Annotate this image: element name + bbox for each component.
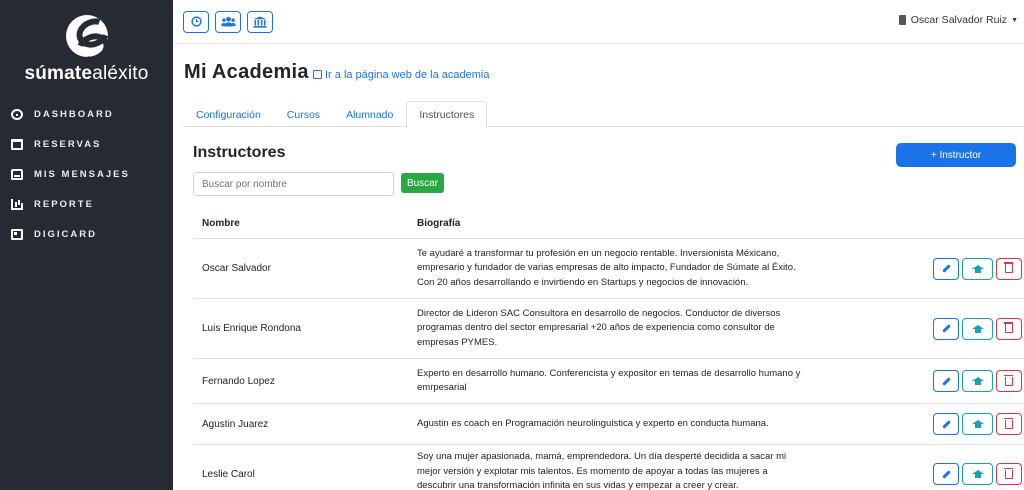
sidebar-item-dashboard[interactable]: DASHBOARD <box>0 99 173 129</box>
instructor-name: Agustin Juarez <box>202 418 269 430</box>
tab-instructores[interactable]: Instructores <box>406 101 488 128</box>
sidebar-item-mis-mensajes[interactable]: MIS MENSAJES <box>0 159 173 189</box>
tab-configuracion[interactable]: Configuración <box>183 101 274 127</box>
row-actions <box>933 257 1024 280</box>
sidebar-item-label: RESERVAS <box>34 138 102 150</box>
trash-icon <box>1004 322 1013 333</box>
assign-course-button[interactable] <box>962 370 993 392</box>
clock-button[interactable] <box>183 10 209 33</box>
instructor-name: Fernando Lopez <box>202 375 275 387</box>
row-actions <box>933 413 1024 435</box>
academy-website-link-label: Ir a la página web de la academia <box>325 69 490 81</box>
instructor-bio: Experto en desarrollo humano. Conferenci… <box>417 367 801 394</box>
institution-icon <box>253 16 267 28</box>
pencil-icon <box>941 376 951 386</box>
delete-button[interactable] <box>996 463 1022 485</box>
edit-button[interactable] <box>933 257 959 280</box>
trash-icon <box>1004 374 1013 386</box>
table-row: Leslie Carol Soy una mujer apasionada, m… <box>193 445 1024 490</box>
table-header: Nombre Biografía <box>193 208 1024 239</box>
brand-name: súmatealéxito <box>24 63 149 84</box>
user-menu[interactable]: Oscar Salvador Ruiz ▼ <box>898 14 1018 26</box>
sidebar: súmatealéxito DASHBOARD RESERVAS MIS MEN… <box>0 0 173 490</box>
sidebar-item-label: MIS MENSAJES <box>34 168 130 180</box>
table-row: Fernando Lopez Experto en desarrollo hum… <box>193 359 1024 404</box>
trash-icon <box>1004 262 1013 273</box>
pencil-icon <box>941 264 951 273</box>
instructors-table: Nombre Biografía Oscar Salvador Te ayuda… <box>193 208 1024 490</box>
brand-logo[interactable]: súmatealéxito <box>0 0 173 95</box>
top-bar: Oscar Salvador Ruiz ▼ <box>173 0 1024 44</box>
assign-course-button[interactable] <box>962 317 993 340</box>
graduation-cap-icon <box>971 324 984 333</box>
column-header-biografia: Biografía <box>417 217 461 229</box>
graduation-cap-icon <box>971 264 984 273</box>
trash-icon <box>1004 467 1013 479</box>
table-row: Agustin Juarez Agustin es coach en Progr… <box>193 404 1024 445</box>
column-header-nombre: Nombre <box>202 217 240 229</box>
sidebar-nav: DASHBOARD RESERVAS MIS MENSAJES REPORTE … <box>0 99 173 249</box>
row-actions <box>933 317 1024 340</box>
graduation-cap-icon <box>971 470 984 478</box>
user-name: Oscar Salvador Ruiz <box>910 14 1008 26</box>
edit-button[interactable] <box>933 317 959 340</box>
table-row: Oscar Salvador Te ayudaré a transformar … <box>193 239 1024 299</box>
sidebar-item-reporte[interactable]: REPORTE <box>0 189 173 219</box>
caret-down-icon: ▼ <box>1011 16 1018 24</box>
instructor-name: Oscar Salvador <box>202 263 271 274</box>
sidebar-item-reservas[interactable]: RESERVAS <box>0 129 173 159</box>
delete-button[interactable] <box>996 257 1022 280</box>
main-content: Mi Academia Ir a la página web de la aca… <box>173 45 1024 490</box>
academy-tabs: Configuración Cursos Alumnado Instructor… <box>183 101 1024 128</box>
edit-button[interactable] <box>933 463 959 485</box>
assign-course-button[interactable] <box>962 463 993 485</box>
graduation-cap-icon <box>971 420 984 428</box>
pencil-icon <box>941 324 951 333</box>
add-instructor-button[interactable]: + Instructor <box>896 143 1016 167</box>
pencil-icon <box>941 469 951 479</box>
instructor-bio: Te ayudaré a transformar tu profesión en… <box>417 247 796 288</box>
instructor-name: Luis Enrique Rondona <box>202 323 301 334</box>
chart-icon <box>11 198 23 210</box>
sidebar-item-digicard[interactable]: DIGICARD <box>0 219 173 249</box>
building-icon <box>898 15 906 25</box>
sidebar-item-label: DASHBOARD <box>34 108 114 120</box>
instructor-name: Leslie Carol <box>202 469 255 480</box>
assign-course-button[interactable] <box>962 257 993 280</box>
trash-icon <box>1004 417 1013 429</box>
delete-button[interactable] <box>996 317 1022 340</box>
calendar-icon <box>11 138 23 150</box>
clock-icon <box>190 16 202 27</box>
row-actions <box>933 445 1024 485</box>
row-actions <box>933 370 1024 392</box>
sidebar-item-label: REPORTE <box>34 198 94 210</box>
page-title: Mi Academia <box>184 61 309 83</box>
table-row: Luis Enrique Rondona Director de Lideron… <box>193 299 1024 359</box>
inbox-icon <box>11 168 23 180</box>
sidebar-item-label: DIGICARD <box>34 228 97 240</box>
assign-course-button[interactable] <box>962 413 993 435</box>
instructor-bio: Soy una mujer apasionada, mamá, emprende… <box>417 451 787 490</box>
edit-button[interactable] <box>933 370 959 392</box>
edit-button[interactable] <box>933 413 959 435</box>
id-card-icon <box>11 228 23 240</box>
tab-alumnado[interactable]: Alumnado <box>333 101 406 127</box>
logo-mark-icon <box>65 15 108 57</box>
dashboard-icon <box>11 108 23 120</box>
users-button[interactable] <box>215 10 241 33</box>
search-input[interactable] <box>193 172 394 196</box>
instructor-bio: Agustin es coach en Programación neuroli… <box>417 417 769 429</box>
pencil-icon <box>941 419 951 429</box>
graduation-cap-icon <box>971 377 984 385</box>
institution-button[interactable] <box>247 10 273 33</box>
external-link-icon <box>313 70 322 79</box>
delete-button[interactable] <box>996 370 1022 392</box>
instructor-bio: Director de Lideron SAC Consultora en de… <box>417 307 781 348</box>
academy-website-link[interactable]: Ir a la página web de la academia <box>313 69 490 81</box>
search-button[interactable]: Buscar <box>401 173 444 193</box>
delete-button[interactable] <box>996 413 1022 435</box>
tab-cursos[interactable]: Cursos <box>274 101 333 127</box>
users-icon <box>220 16 236 27</box>
section-title: Instructores <box>193 144 286 161</box>
